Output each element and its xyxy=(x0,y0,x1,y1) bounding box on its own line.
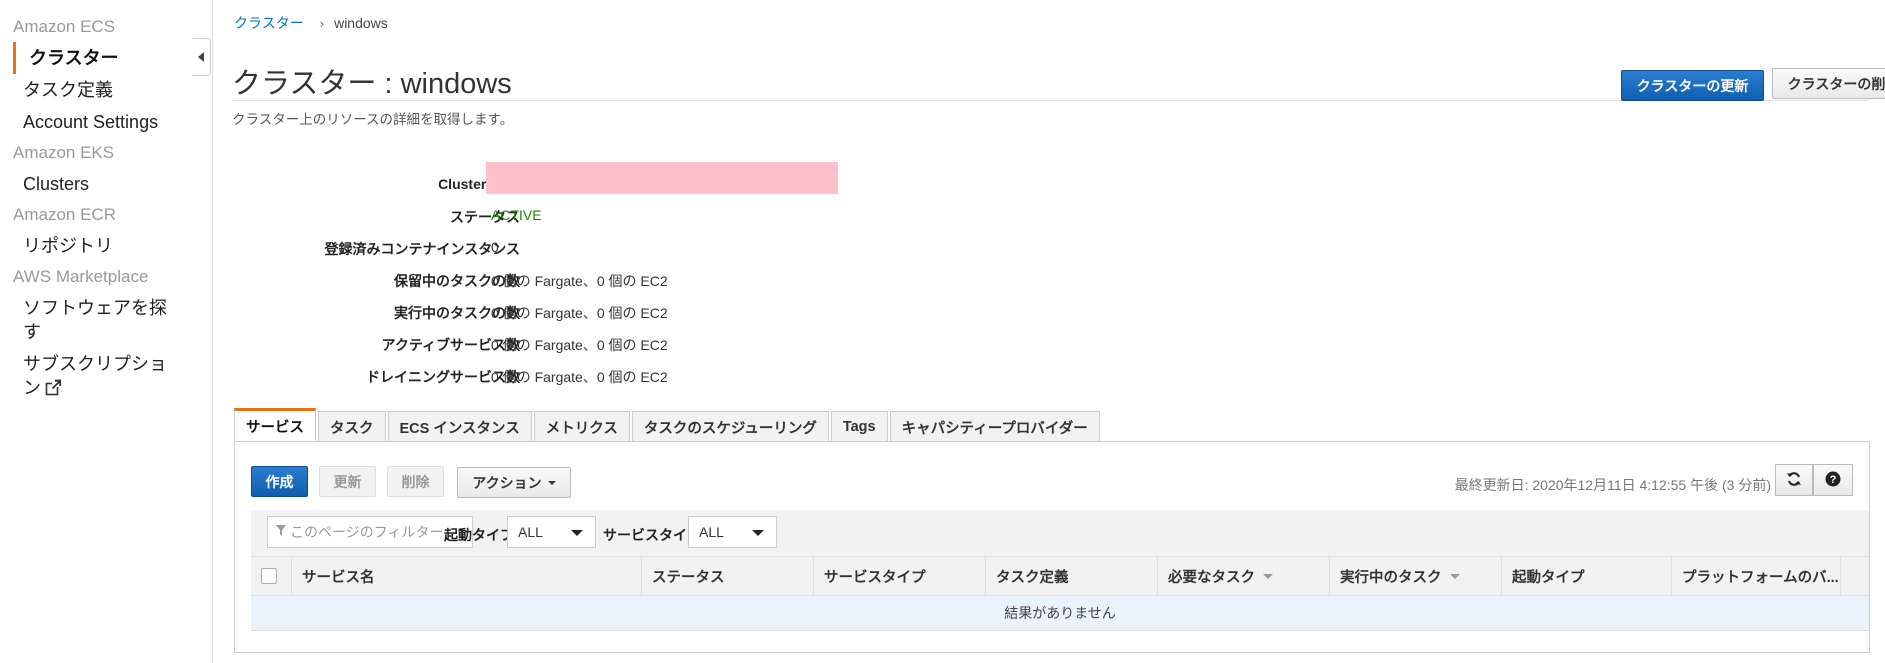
tab-capacity-providers[interactable]: キャパシティープロバイダー xyxy=(889,411,1100,442)
status-value: ACTIVE xyxy=(491,207,542,223)
chevron-down-icon xyxy=(752,530,764,536)
create-service-button[interactable]: 作成 xyxy=(251,466,308,497)
nav-item-task-definitions[interactable]: タスク定義 xyxy=(0,74,212,106)
detail-row-active-services: アクティブサービス数 0 個の Fargate、0 個の EC2 xyxy=(232,335,1132,355)
external-link-icon xyxy=(45,378,62,402)
nav-section-eks: Amazon EKS xyxy=(13,143,115,162)
refresh-icon xyxy=(1786,471,1802,490)
services-table-header: サービス名 ステータス サービスタイプ タスク定義 必要なタスク 実行中のタスク… xyxy=(251,556,1869,596)
column-task-definition[interactable]: タスク定義 xyxy=(985,557,1157,595)
draining-services-value: 0 個の Fargate、0 個の EC2 xyxy=(491,369,668,385)
filter-icon xyxy=(276,525,286,539)
detail-row-registered: 登録済みコンテナインスタンス 0 xyxy=(232,239,1132,259)
tab-metrics[interactable]: メトリクス xyxy=(533,411,630,442)
service-type-value: ALL xyxy=(699,524,724,540)
sort-icon xyxy=(1263,573,1273,579)
detail-row-status: ステータス ACTIVE xyxy=(232,207,1132,227)
detail-row-running: 実行中のタスクの数 0 個の Fargate、0 個の EC2 xyxy=(232,303,1132,323)
help-icon: ? xyxy=(1825,471,1841,490)
column-desired-tasks-label: 必要なタスク xyxy=(1168,569,1255,586)
actions-label: アクション xyxy=(472,474,542,491)
column-platform-version[interactable]: プラットフォームのバ... xyxy=(1671,557,1841,595)
column-running-tasks[interactable]: 実行中のタスク xyxy=(1329,557,1501,595)
column-launch-type[interactable]: 起動タイプ xyxy=(1501,557,1671,595)
launch-type-select[interactable]: ALL xyxy=(507,516,596,548)
detail-row-draining: ドレイニングサービス数 0 個の Fargate、0 個の EC2 xyxy=(232,367,1132,387)
launch-type-label: 起動タイプ xyxy=(444,527,514,543)
breadcrumb-separator: › xyxy=(319,16,325,31)
nav-section-marketplace: AWS Marketplace xyxy=(13,267,149,286)
main-content: クラスター › windows クラスター : windows クラスター上のリソー… xyxy=(232,0,1885,663)
chevron-down-icon xyxy=(571,530,583,536)
nav-item-repositories[interactable]: リポジトリ xyxy=(0,230,212,262)
refresh-button[interactable] xyxy=(1775,464,1813,496)
service-type-label: サービスタイプ xyxy=(603,527,701,543)
column-service-type[interactable]: サービスタイプ xyxy=(813,557,985,595)
breadcrumb-current: windows xyxy=(334,15,388,31)
detail-row-arn: Cluster ARN xyxy=(232,162,1132,196)
running-tasks-value: 0 個の Fargate、0 個の EC2 xyxy=(491,305,668,321)
nav-item-clusters[interactable]: クラスター xyxy=(13,42,212,74)
empty-results-row: 結果がありません xyxy=(251,596,1869,631)
update-service-button[interactable]: 更新 xyxy=(319,466,376,497)
sidebar: Amazon ECS クラスター タスク定義 Account Settings … xyxy=(0,0,213,663)
column-status[interactable]: ステータス xyxy=(641,557,813,595)
tab-services[interactable]: サービス xyxy=(234,408,316,442)
services-panel: 作成 更新 削除 アクション 最終更新日: 2020年12月11日 4:12:5… xyxy=(234,441,1870,653)
service-type-select[interactable]: ALL xyxy=(688,516,777,548)
column-service-name[interactable]: サービス名 xyxy=(291,557,641,595)
tab-scheduled-tasks[interactable]: タスクのスケジューリング xyxy=(631,411,829,442)
tab-ecs-instances[interactable]: ECS インスタンス xyxy=(387,411,532,442)
delete-service-button[interactable]: 削除 xyxy=(387,466,444,497)
update-cluster-button[interactable]: クラスターの更新 xyxy=(1621,70,1764,101)
nav-item-eks-clusters[interactable]: Clusters xyxy=(0,168,212,200)
help-button[interactable]: ? xyxy=(1813,464,1853,496)
registered-instances-value: 0 xyxy=(491,239,499,255)
nav-section-ecr: Amazon ECR xyxy=(13,205,116,224)
sort-icon xyxy=(1449,573,1460,579)
page-subtitle: クラスター上のリソースの詳細を取得します。 xyxy=(232,112,514,127)
caret-down-icon xyxy=(547,480,556,485)
collapse-sidebar-toggle[interactable] xyxy=(193,38,211,76)
tab-tasks[interactable]: タスク xyxy=(318,411,386,442)
last-updated-text: 最終更新日: 2020年12月11日 4:12:55 午後 (3 分前) xyxy=(1454,477,1771,493)
actions-dropdown[interactable]: アクション xyxy=(457,467,571,498)
filter-placeholder: このページのフィルター xyxy=(290,524,444,540)
tab-bar: サービス タスク ECS インスタンス メトリクス タスクのスケジューリング T… xyxy=(234,408,1102,442)
nav-item-subscriptions[interactable]: サブスクリプション xyxy=(0,348,173,406)
active-services-value: 0 個の Fargate、0 個の EC2 xyxy=(491,337,668,353)
column-desired-tasks[interactable]: 必要なタスク xyxy=(1157,557,1329,595)
select-all-checkbox[interactable] xyxy=(261,568,277,584)
pending-tasks-value: 0 個の Fargate、0 個の EC2 xyxy=(491,273,668,289)
detail-row-pending: 保留中のタスクの数 0 個の Fargate、0 個の EC2 xyxy=(232,271,1132,291)
breadcrumb: クラスター › windows xyxy=(234,13,388,33)
page-title: クラスター : windows xyxy=(232,68,512,100)
tab-tags[interactable]: Tags xyxy=(830,411,888,442)
page-filter-input[interactable]: このページのフィルター xyxy=(267,516,473,548)
breadcrumb-clusters-link[interactable]: クラスター xyxy=(234,15,304,31)
svg-text:?: ? xyxy=(1830,474,1837,486)
column-running-tasks-label: 実行中のタスク xyxy=(1340,569,1442,586)
nav-section-ecs: Amazon ECS xyxy=(13,17,116,36)
cluster-arn-redacted xyxy=(486,162,838,194)
nav-item-account-settings[interactable]: Account Settings xyxy=(0,106,212,138)
launch-type-value: ALL xyxy=(518,524,543,540)
filter-bar: このページのフィルター 起動タイプ ALL サービスタイプ ALL xyxy=(251,510,1869,556)
nav-item-discover-software[interactable]: ソフトウェアを探す xyxy=(0,292,173,348)
delete-cluster-button[interactable]: クラスターの削除 xyxy=(1772,68,1885,99)
